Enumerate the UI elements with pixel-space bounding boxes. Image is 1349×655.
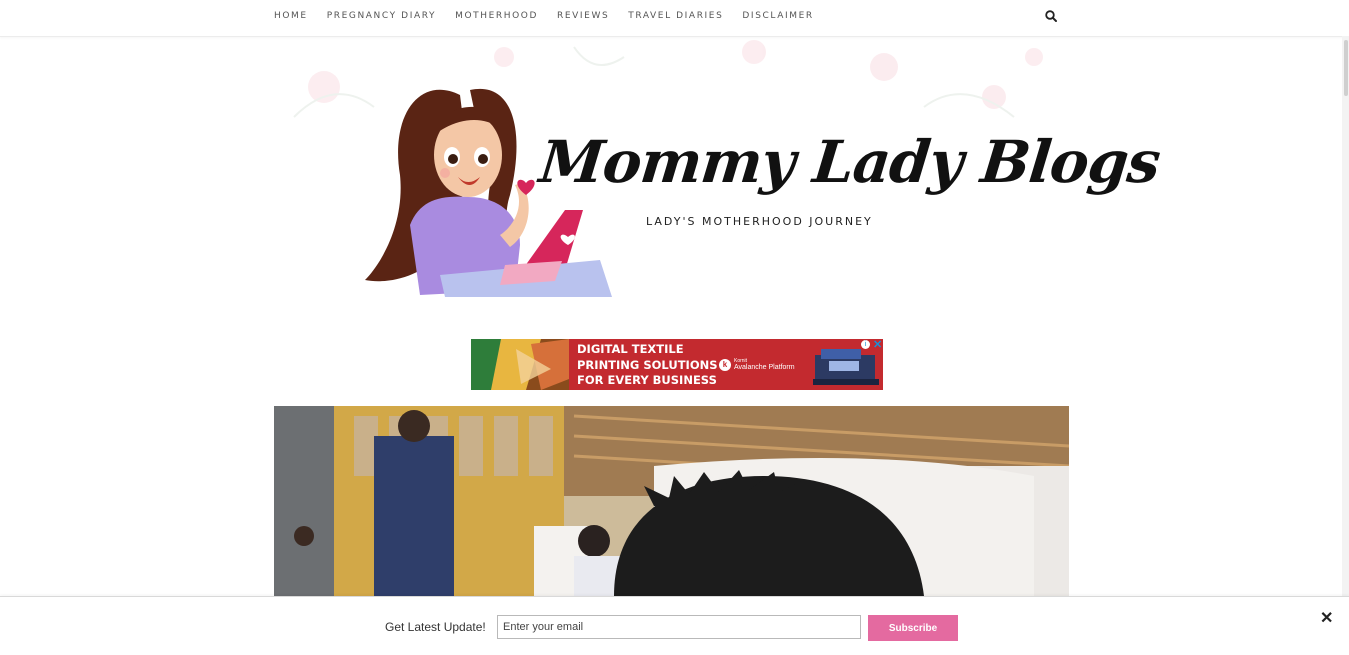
nav-item-reviews[interactable]: REVIEWS — [557, 11, 609, 21]
scrollbar-thumb[interactable] — [1344, 40, 1348, 96]
ad-brand-product: Avalanche Platform — [734, 364, 795, 371]
nav-item-disclaimer[interactable]: DISCLAIMER — [742, 11, 813, 21]
info-icon[interactable]: i — [861, 340, 870, 349]
ad-line-3: FOR EVERY BUSINESS — [577, 373, 717, 387]
ad-printer-image — [813, 349, 879, 385]
site-tagline: LADY'S MOTHERHOOD JOURNEY — [646, 215, 873, 228]
subscribe-button[interactable]: Subscribe — [868, 615, 958, 641]
ad-brand-text: Kornit Avalanche Platform — [734, 358, 795, 371]
nav-item-motherhood[interactable]: MOTHERHOOD — [455, 11, 538, 21]
subscribe-label: Get Latest Update! — [385, 620, 486, 634]
scrollbar-track[interactable] — [1342, 36, 1349, 596]
top-navigation-bar: HOME PREGNANCY DIARY MOTHERHOOD REVIEWS … — [0, 0, 1349, 37]
ad-line-2: PRINTING SOLUTIONS — [577, 357, 718, 372]
advertisement-banner[interactable]: DIGITAL TEXTILE PRINTING SOLUTIONS FOR E… — [471, 339, 883, 390]
ad-line-1: DIGITAL TEXTILE — [577, 342, 684, 356]
close-icon[interactable]: ✕ — [873, 339, 882, 351]
ad-headline: DIGITAL TEXTILE PRINTING SOLUTIONS FOR E… — [577, 342, 718, 389]
ad-fabric-image — [471, 339, 569, 390]
main-menu: HOME PREGNANCY DIARY MOTHERHOOD REVIEWS … — [274, 0, 833, 32]
search-icon[interactable] — [1044, 9, 1058, 23]
ad-brand: k Kornit Avalanche Platform — [719, 358, 795, 371]
close-icon[interactable]: ✕ — [1320, 608, 1333, 628]
subscribe-bar: Get Latest Update! Subscribe ✕ — [0, 596, 1349, 655]
nav-item-pregnancy-diary[interactable]: PREGNANCY DIARY — [327, 11, 436, 21]
nav-item-travel-diaries[interactable]: TRAVEL DIARIES — [628, 11, 723, 21]
email-field[interactable] — [497, 615, 861, 639]
kornit-logo-icon: k — [719, 358, 731, 371]
featured-post-image[interactable] — [274, 406, 1069, 596]
site-title[interactable]: Mommy Lady Blogs — [536, 128, 1162, 196]
nav-item-home[interactable]: HOME — [274, 11, 308, 21]
